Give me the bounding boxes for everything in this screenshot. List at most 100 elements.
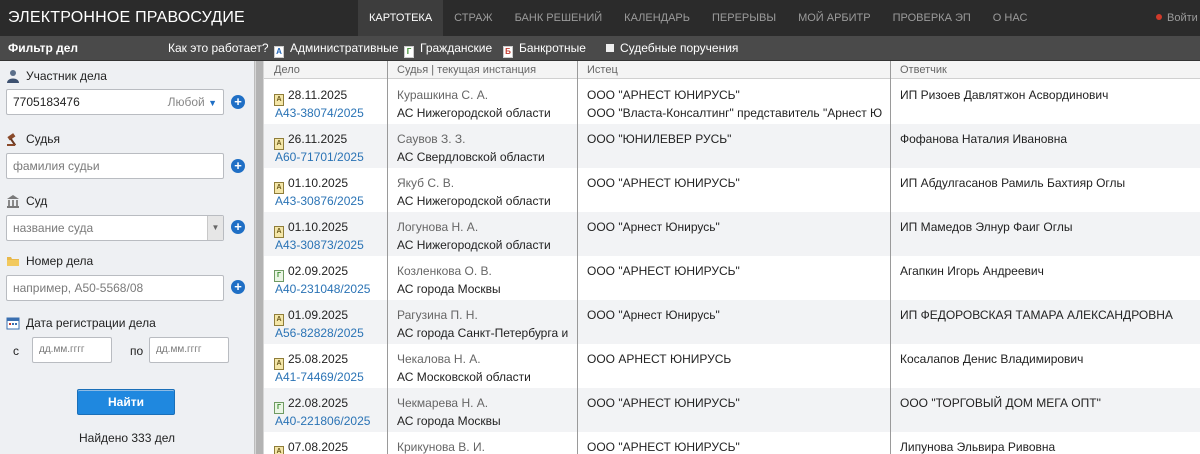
top-navigation-bar: ЭЛЕКТРОННОЕ ПРАВОСУДИЕ КАРТОТЕКА СТРАЖ Б… [0,0,1200,36]
login-label: Войти [1167,12,1198,24]
add-judge-button[interactable]: + [231,159,245,173]
table-header: Дело Судья | текущая инстанция Истец Отв… [264,61,1200,79]
plaintiff-name: ООО "ЮНИЛЕВЕР РУСЬ" [587,132,732,146]
add-case-number-button[interactable]: + [231,280,245,294]
case-date-value: 28.11.2025 [288,88,348,102]
administrative-case-icon: А [274,446,284,454]
filter-type-label: Гражданские [420,41,493,55]
court-select[interactable]: название суда ▼ [6,215,224,241]
how-it-works-link[interactable]: Как это работает? [168,41,269,55]
judge-input[interactable]: фамилия судьи [6,153,224,179]
case-number-label: Номер дела [6,254,93,268]
find-button[interactable]: Найти [77,389,175,415]
sidebar-scrollbar[interactable] [254,61,264,454]
table-row[interactable]: А 01.10.2025 А43-30876/2025 Якуб С. В. АС Ни… [264,168,1200,212]
courthouse-icon [7,195,19,208]
date-from-input[interactable]: дд.мм.гггг [32,337,112,363]
court-placeholder: название суда [13,221,94,235]
column-header-judge[interactable]: Судья | текущая инстанция [397,64,536,76]
table-row[interactable]: А 01.09.2025 А56-82828/2025 Рагузина П. Н. А… [264,300,1200,344]
case-number-link[interactable]: А43-38074/2025 [275,104,385,122]
nav-pereryvy[interactable]: ПЕРЕРЫВЫ [701,0,787,36]
filter-type-label: Административные [290,41,399,55]
filter-type-civil[interactable]: Г Гражданские [404,41,492,58]
scrollbar-thumb[interactable] [256,61,263,454]
court-label-text: Суд [26,194,48,208]
case-number-link[interactable]: А40-231048/2025 [275,280,385,298]
table-row[interactable]: А 26.11.2025 А60-71701/2025 Саувов З. З. АС … [264,124,1200,168]
cases-table: Дело Судья | текущая инстанция Истец Отв… [264,61,1200,454]
court-label: Суд [6,194,47,208]
case-date: А 26.11.2025 [274,130,384,150]
date-to-input[interactable]: дд.мм.гггг [149,337,229,363]
nav-kartoteka[interactable]: КАРТОТЕКА [358,0,444,36]
case-date-value: 22.08.2025 [288,396,349,410]
column-header-plaintiff[interactable]: Истец [587,64,618,76]
login-link[interactable]: Войти [1156,0,1198,36]
filter-type-bankruptcy[interactable]: Б Банкротные [503,41,586,58]
nav-strazh[interactable]: СТРАЖ [443,0,503,36]
plaintiff-name: ООО "АРНЕСТ ЮНИРУСЬ" [587,440,740,454]
court-instance: АС города Москвы [397,414,501,428]
filter-type-administrative[interactable]: А Административные [274,41,398,58]
civil-icon: Г [404,46,414,58]
case-date: Г 02.09.2025 [274,262,384,282]
table-row[interactable]: А 07.08.2025 Крикунова В. И. ООО "АРНЕСТ ЮН… [264,432,1200,454]
case-date-value: 26.11.2025 [288,132,348,146]
case-date-value: 07.08.2025 [288,440,349,454]
court-instance: АС Нижегородской области [397,194,551,208]
filter-type-label: Банкротные [519,41,586,55]
case-date: А 01.10.2025 [274,174,384,194]
table-row[interactable]: А 01.10.2025 А43-30873/2025 Логунова Н. А. А… [264,212,1200,256]
case-number-link[interactable]: А43-30876/2025 [275,192,385,210]
case-number-label-text: Номер дела [26,254,94,268]
judge-name: Логунова Н. А. [397,220,479,234]
plaintiff-name: ООО "Власта-Консалтинг" представитель "А… [587,106,882,120]
case-date: А 01.09.2025 [274,306,384,326]
nav-kalendar[interactable]: КАЛЕНДАРЬ [613,0,701,36]
defendant-name: Агапкин Игорь Андреевич [900,264,1044,278]
plaintiff-name: ООО "Арнест Юнирусь" [587,308,720,322]
nav-o-nas[interactable]: О НАС [982,0,1039,36]
case-date-value: 25.08.2025 [288,352,349,366]
site-logo[interactable]: ЭЛЕКТРОННОЕ ПРАВОСУДИЕ [8,9,245,27]
case-number-link[interactable]: А40-221806/2025 [275,412,385,430]
plaintiff-name: ООО "Арнест Юнирусь" [587,220,720,234]
table-row[interactable]: Г 02.09.2025 А40-231048/2025 Козленкова О. … [264,256,1200,300]
table-row[interactable]: Г 22.08.2025 А40-221806/2025 Чекмарева Н. А… [264,388,1200,432]
participant-label-text: Участник дела [26,69,107,83]
nav-moy-arbitr[interactable]: МОЙ АРБИТР [787,0,882,36]
participant-mode-select[interactable]: Любой ▼ [168,90,217,115]
participant-input[interactable]: 7705183476 Любой ▼ [6,89,224,115]
filter-type-label: Судебные поручения [620,41,739,55]
defendant-name: ООО "ТОРГОВЫЙ ДОМ МЕГА ОПТ" [900,396,1101,410]
add-participant-button[interactable]: + [231,95,245,109]
plaintiff-name: ООО "АРНЕСТ ЮНИРУСЬ" [587,88,740,102]
add-court-button[interactable]: + [231,220,245,234]
case-date: Г 22.08.2025 [274,394,384,414]
table-row[interactable]: А 28.11.2025 А43-38074/2025 Курашкина С. А.… [264,80,1200,124]
case-date-value: 02.09.2025 [288,264,349,278]
found-count: Найдено 333 дел [79,431,175,445]
case-number-input[interactable]: например, А50-5568/08 [6,275,224,301]
defendant-name: ИП Абдулгасанов Рамиль Бахтияр Оглы [900,176,1126,190]
date-label-text: Дата регистрации дела [26,316,156,330]
participant-label: Участник дела [6,69,107,83]
nav-proverka-ep[interactable]: ПРОВЕРКА ЭП [882,0,982,36]
participant-mode-value: Любой [167,95,205,109]
column-header-defendant[interactable]: Ответчик [900,64,947,76]
dropdown-arrow-icon[interactable]: ▼ [207,216,223,240]
case-number-link[interactable]: А60-71701/2025 [275,148,385,166]
date-label: Дата регистрации дела [6,316,156,330]
defendant-name: ИП Ризоев Давлятжон Асвординович [900,88,1109,102]
column-header-case[interactable]: Дело [274,64,300,76]
main-nav: КАРТОТЕКА СТРАЖ БАНК РЕШЕНИЙ КАЛЕНДАРЬ П… [358,0,1038,36]
case-number-link[interactable]: А43-30873/2025 [275,236,385,254]
nav-bank-resheniy[interactable]: БАНК РЕШЕНИЙ [504,0,614,36]
filter-type-court-orders[interactable]: Судебные поручения [606,41,738,55]
power-icon [1156,14,1162,20]
case-number-link[interactable]: А56-82828/2025 [275,324,385,342]
judge-name: Козленкова О. В. [397,264,492,278]
case-number-link[interactable]: А41-74469/2025 [275,368,385,386]
table-row[interactable]: А 25.08.2025 А41-74469/2025 Чекалова Н. А. А… [264,344,1200,388]
